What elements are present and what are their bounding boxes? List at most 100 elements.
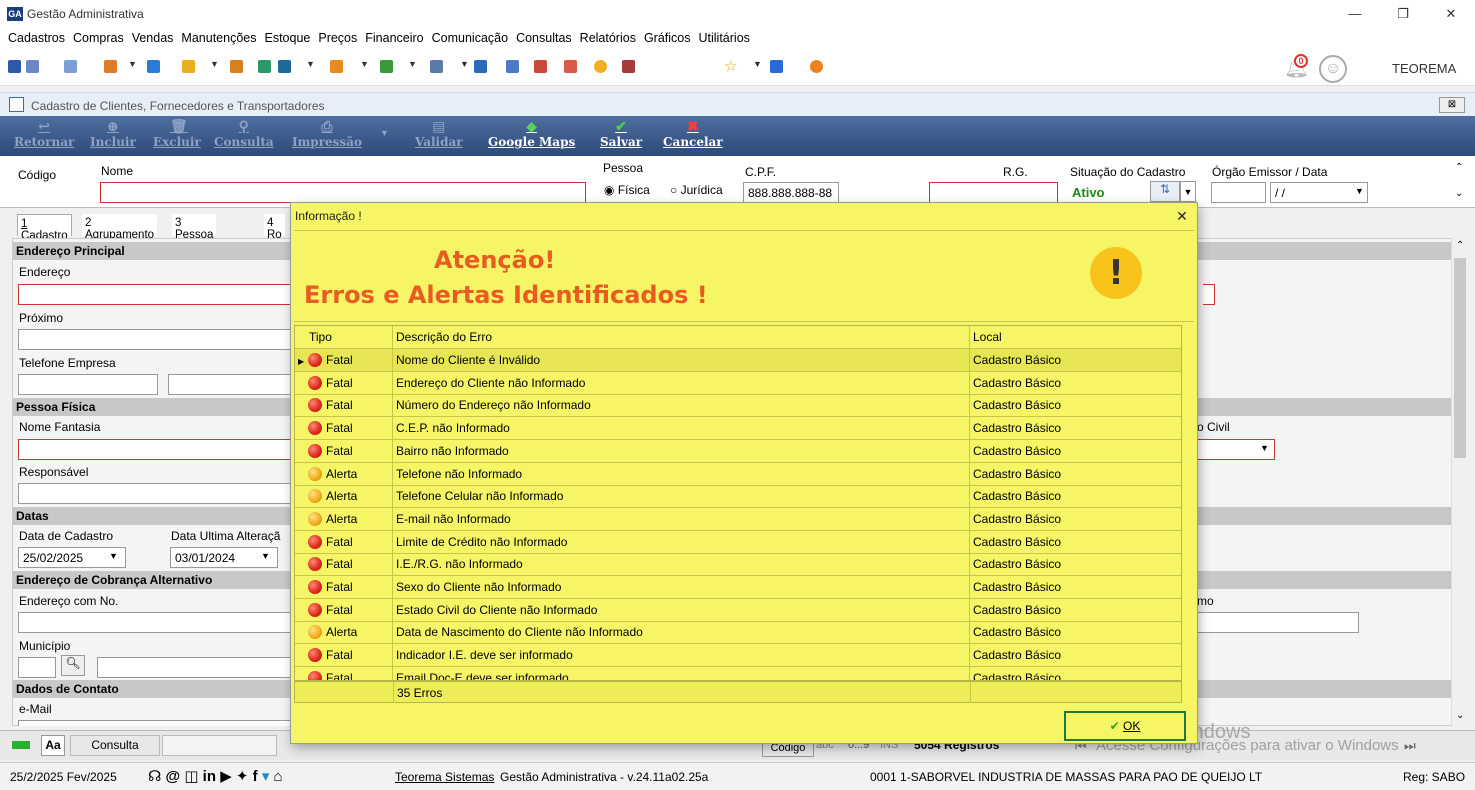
data-emissao-input[interactable]: / / ▼	[1270, 182, 1368, 203]
endereco-input[interactable]	[18, 284, 298, 305]
table-row[interactable]: Fatal Estado Civil do Cliente não Informa…	[295, 598, 1181, 622]
salvar-button[interactable]: ✔ Salvar	[600, 120, 642, 149]
consulta-button[interactable]: ⚲ Consulta	[214, 120, 274, 149]
responsavel-input[interactable]	[18, 483, 298, 504]
toolbar-icon[interactable]	[147, 60, 160, 73]
toolbar-icon[interactable]	[770, 60, 783, 73]
toolbar-icon[interactable]	[258, 60, 271, 73]
scroll-thumb[interactable]	[1454, 258, 1466, 458]
scroll-down-icon[interactable]: ⌄	[1456, 710, 1464, 721]
toolbar-icon[interactable]	[64, 60, 77, 73]
toolbar-icon[interactable]	[474, 60, 487, 73]
col-header-tipo[interactable]: Tipo	[295, 326, 393, 348]
fisica-radio[interactable]: ◉ Física	[604, 183, 650, 197]
toolbar-icon[interactable]	[564, 60, 577, 73]
table-row[interactable]: Fatal Sexo do Cliente não Informado Cadast…	[295, 576, 1181, 599]
data-ultima-input[interactable]: 03/01/2024 ▼	[170, 547, 278, 568]
table-row[interactable]: Fatal Endereço do Cliente não Informado Ca…	[295, 371, 1181, 395]
incluir-button[interactable]: ⊕ Incluir	[90, 120, 136, 149]
calendar-icon[interactable]	[534, 60, 547, 73]
header-scroll-down-icon[interactable]: ⌄	[1455, 188, 1463, 199]
toolbar-icon[interactable]	[182, 60, 195, 73]
header-scroll-up-icon[interactable]: ⌃	[1455, 162, 1463, 173]
menu-item-compras[interactable]: Compras	[69, 28, 128, 45]
data-cadastro-dropdown-icon[interactable]: ▼	[109, 551, 118, 561]
menu-item-relatorios[interactable]: Relatórios	[576, 28, 640, 45]
at-icon[interactable]: @	[166, 768, 181, 785]
google-maps-button[interactable]: ◆ Google Maps	[488, 120, 575, 149]
juridica-radio[interactable]: ○ Jurídica	[670, 183, 723, 197]
table-row[interactable]: Fatal Indicador I.E. deve ser informado Ca…	[295, 644, 1181, 668]
facebook-icon[interactable]: f	[253, 768, 258, 785]
dialog-close-icon[interactable]: ✕	[1173, 207, 1191, 225]
orgao-emissor-input[interactable]	[1211, 182, 1266, 203]
tab-partial[interactable]: 4 Ro	[264, 214, 285, 241]
impressao-dropdown-icon[interactable]: ▼	[380, 128, 389, 138]
table-row[interactable]: Fatal Limite de Crédito não Informado Cada…	[295, 530, 1181, 554]
maximize-button[interactable]: ❐	[1388, 4, 1418, 24]
excluir-button[interactable]: 🗑︎ Excluir	[153, 120, 201, 149]
tab-pessoa-fisica[interactable]: 3 Pessoa Física	[172, 214, 217, 253]
validar-button[interactable]: ▤ Validar	[415, 120, 463, 149]
telefone-empresa-2-input[interactable]	[168, 374, 298, 395]
table-row[interactable]: Fatal C.E.P. não Informado Cadastro Básico	[295, 417, 1181, 441]
toolbar-icon[interactable]	[380, 60, 393, 73]
situacao-dropdown-icon[interactable]: ▼	[1180, 181, 1196, 202]
nome-fantasia-input[interactable]	[18, 439, 298, 460]
close-window-button[interactable]: ✕	[1436, 4, 1466, 24]
dropdown-caret-icon[interactable]: ▼	[460, 59, 469, 69]
menu-item-consultas[interactable]: Consultas	[512, 28, 576, 45]
table-row[interactable]: ▶ Fatal Nome do Cliente é Inválido Cadastro…	[295, 349, 1181, 372]
consulta-field[interactable]: Consulta	[70, 735, 160, 756]
menu-item-graficos[interactable]: Gráficos	[640, 28, 695, 45]
minimize-button[interactable]: —	[1340, 4, 1370, 24]
dropdown-caret-icon[interactable]: ▼	[306, 59, 315, 69]
municipio-code-input[interactable]	[18, 657, 56, 678]
ok-button[interactable]: ✔ OK	[1064, 711, 1186, 741]
menu-item-manutencoes[interactable]: Manutenções	[177, 28, 260, 45]
municipio-name-input[interactable]	[97, 657, 298, 678]
nome-input[interactable]	[100, 182, 586, 203]
menu-item-utilitarios[interactable]: Utilitários	[695, 28, 754, 45]
nav-last-icon[interactable]: ⏭	[1404, 738, 1416, 754]
menu-item-estoque[interactable]: Estoque	[260, 28, 314, 45]
clock-icon[interactable]	[594, 60, 607, 73]
cancelar-button[interactable]: ✖ Cancelar	[663, 120, 723, 149]
estado-civil-select[interactable]: ▼	[1197, 439, 1275, 460]
telefone-empresa-input[interactable]	[18, 374, 158, 395]
power-icon[interactable]	[810, 60, 823, 73]
table-row[interactable]: Alerta E-mail não Informado Cadastro Básic…	[295, 507, 1181, 531]
dropdown-caret-icon[interactable]: ▼	[408, 59, 417, 69]
email-input[interactable]	[18, 720, 298, 726]
toolbar-icon[interactable]	[278, 60, 291, 73]
municipio-search-icon[interactable]: 🔍︎	[61, 655, 85, 676]
toolbar-icon[interactable]	[230, 60, 243, 73]
toolbar-icon[interactable]	[26, 60, 39, 73]
endereco-no-input[interactable]	[18, 612, 298, 633]
menu-item-vendas[interactable]: Vendas	[128, 28, 178, 45]
toolbar-icon[interactable]	[8, 60, 21, 73]
form-close-button[interactable]: ⊠	[1439, 97, 1465, 113]
col-header-descricao[interactable]: Descrição do Erro	[393, 326, 970, 348]
tab-cadastro[interactable]: 1 Cadastro	[17, 214, 72, 242]
body-scrollbar[interactable]: ⌃ ⌄	[1451, 238, 1468, 726]
dropdown-caret-icon[interactable]: ▼	[753, 59, 762, 69]
search-field[interactable]	[162, 735, 277, 756]
col-header-local[interactable]: Local	[970, 326, 1181, 348]
retornar-button[interactable]: ↩ Retornar	[14, 120, 74, 149]
headset-icon[interactable]: ☊	[148, 768, 161, 785]
cpf-input[interactable]: 888.888.888-88	[743, 182, 839, 203]
endereco-right-input[interactable]	[1203, 284, 1215, 305]
complemento-input[interactable]	[1197, 612, 1359, 633]
estado-civil-dropdown-icon[interactable]: ▼	[1260, 443, 1269, 453]
table-row[interactable]: Fatal I.E./R.G. não Informado Cadastro Bás…	[295, 553, 1181, 577]
table-row[interactable]: Fatal Email Doc-E deve ser informado Cadas…	[295, 666, 1181, 680]
user-name[interactable]: TEOREMA	[1392, 61, 1456, 76]
home-icon[interactable]: ⌂	[274, 768, 283, 785]
menu-item-cadastros[interactable]: Cadastros	[4, 28, 69, 45]
calculator-icon[interactable]	[506, 60, 519, 73]
tab-agrupamento[interactable]: 2 Agrupamento	[82, 214, 158, 241]
toolbar-icon[interactable]	[622, 60, 635, 73]
table-row[interactable]: Alerta Data de Nascimento do Cliente não …	[295, 621, 1181, 645]
youtube-icon[interactable]: ▶	[220, 768, 232, 785]
